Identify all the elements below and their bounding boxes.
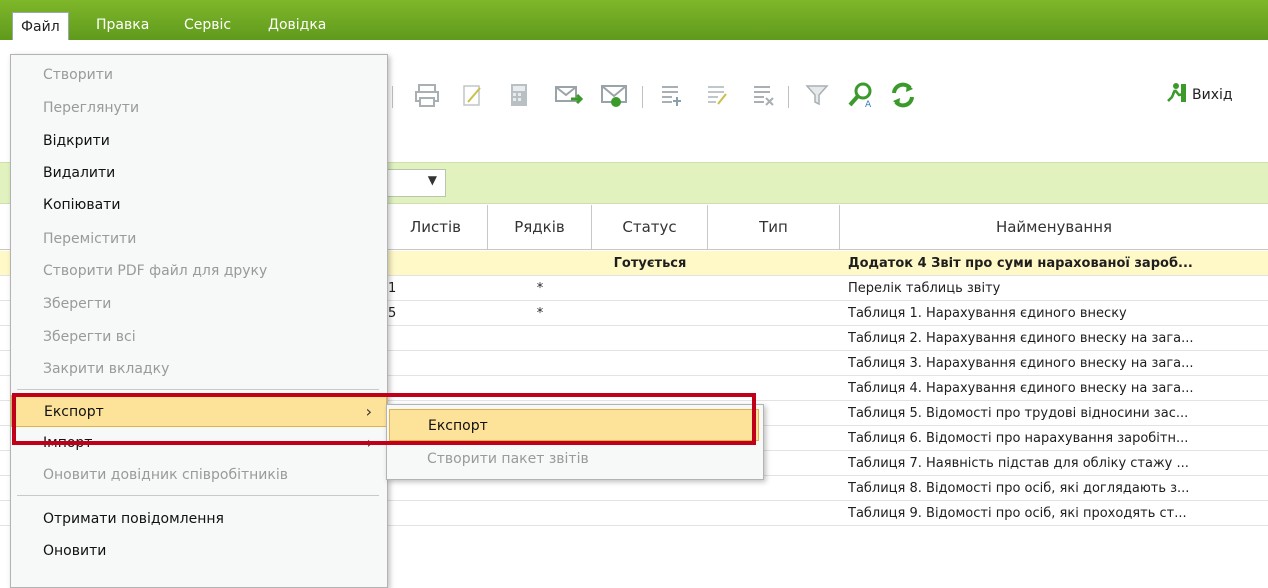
cell-status [592, 301, 708, 326]
cell-name: Таблиця 1. Нарахування єдиного внеску [848, 306, 1127, 321]
menu-item-view[interactable]: Переглянути [11, 92, 387, 124]
column-header-status[interactable]: Статус [592, 205, 708, 250]
cell-rows: * [536, 306, 544, 321]
menu-file[interactable]: Файл [12, 12, 69, 41]
menu-item-create[interactable]: Створити [11, 59, 387, 91]
menu-item-refresh[interactable]: Оновити [11, 535, 387, 567]
menu-item-move[interactable]: Перемістити [11, 223, 387, 255]
menu-edit[interactable]: Правка [88, 11, 157, 39]
menu-item-label: Переглянути [43, 100, 140, 116]
menu-item-label: Видалити [43, 165, 116, 181]
cell-lists [388, 351, 484, 376]
cell-status [592, 351, 708, 376]
cell-name: Таблиця 4. Нарахування єдиного внеску на… [848, 381, 1194, 396]
menu-item-label: Відкрити [43, 133, 110, 149]
cell-name: Додаток 4 Звіт про суми нарахованої заро… [848, 256, 1193, 271]
refresh-icon[interactable] [886, 78, 920, 112]
exit-icon [1166, 82, 1188, 109]
menu-item-copy[interactable]: Копіювати [11, 189, 387, 221]
cell-type [708, 326, 840, 351]
menu-separator [17, 389, 379, 390]
search-icon[interactable]: A [844, 78, 878, 112]
svg-text:A: A [865, 100, 872, 109]
menu-item-label: Перемістити [43, 231, 137, 247]
menu-item-label: Зберегти всі [43, 329, 136, 345]
row-edit-icon[interactable] [700, 78, 734, 112]
filter-icon[interactable] [800, 78, 834, 112]
filter-combo[interactable]: ▼ [380, 169, 446, 197]
column-header-rows[interactable]: Рядків [488, 205, 592, 250]
menu-separator [17, 495, 379, 496]
cell-name: Таблиця 7. Наявність підстав для обліку … [848, 456, 1189, 471]
cell-name: Таблиця 6. Відомості про нарахування зар… [848, 431, 1189, 446]
menu-item-label: Зберегти [43, 296, 112, 312]
cell-lists: 5 [388, 306, 397, 321]
menu-item-open[interactable]: Відкрити [11, 125, 387, 157]
cell-type [708, 501, 840, 526]
menu-help[interactable]: Довідка [260, 11, 334, 39]
menu-item-close-tab[interactable]: Закрити вкладку [11, 353, 387, 385]
cell-lists: 1 [388, 281, 397, 296]
cell-name: Таблиця 5. Відомості про трудові відноси… [848, 406, 1189, 421]
menu-item-get-messages[interactable]: Отримати повідомлення [11, 503, 387, 535]
toolbar-separator [392, 86, 393, 108]
cell-type [708, 276, 840, 301]
cell-type [708, 251, 840, 276]
edit-icon[interactable] [456, 78, 490, 112]
exit-label: Вихід [1192, 87, 1233, 103]
toolbar-separator [788, 86, 789, 108]
cell-status: Готується [613, 256, 687, 271]
menu-item-label: Закрити вкладку [43, 361, 170, 377]
menu-item-save[interactable]: Зберегти [11, 288, 387, 320]
cell-name: Таблиця 3. Нарахування єдиного внеску на… [848, 356, 1194, 371]
column-header-lists[interactable]: Листів [384, 205, 488, 250]
column-header-type[interactable]: Тип [708, 205, 840, 250]
cell-name: Перелік таблиць звіту [848, 281, 1001, 296]
column-header-name[interactable]: Найменування [840, 205, 1268, 250]
cell-status [592, 326, 708, 351]
highlight-callout [12, 393, 756, 445]
menu-item-save-all[interactable]: Зберегти всі [11, 321, 387, 353]
row-add-icon[interactable] [654, 78, 688, 112]
menu-item-create-pdf[interactable]: Створити PDF файл для друку [11, 255, 387, 287]
exit-button[interactable]: Вихід [1166, 78, 1233, 112]
cell-type [708, 351, 840, 376]
cell-name: Таблиця 8. Відомості про осіб, які догля… [848, 481, 1190, 496]
cell-rows [488, 326, 592, 351]
menu-item-label: Копіювати [43, 197, 121, 213]
cell-name: Таблиця 2. Нарахування єдиного внеску на… [848, 331, 1194, 346]
menu-service[interactable]: Сервіс [176, 11, 239, 39]
menu-item-label: Створити PDF файл для друку [43, 263, 268, 279]
menu-bar: Файл Правка Сервіс Довідка [0, 0, 1268, 41]
cell-rows [488, 251, 592, 276]
submenu-item-create-package[interactable]: Створити пакет звітів [389, 443, 759, 475]
menu-item-update-employees[interactable]: Оновити довідник співробітників [11, 459, 387, 491]
row-delete-icon[interactable] [746, 78, 780, 112]
cell-status [592, 276, 708, 301]
calculator-icon[interactable] [502, 78, 536, 112]
mail-send-icon[interactable] [552, 78, 586, 112]
cell-rows: * [536, 281, 544, 296]
menu-item-label: Створити [43, 67, 113, 83]
cell-status [592, 501, 708, 526]
menu-item-label: Отримати повідомлення [43, 511, 224, 527]
print-icon[interactable] [410, 78, 444, 112]
cell-lists [388, 501, 484, 526]
cell-rows [488, 351, 592, 376]
file-menu: Створити Переглянути Відкрити Видалити Копію… [10, 54, 388, 588]
toolbar-separator [642, 86, 643, 108]
chevron-down-icon[interactable]: ▼ [428, 173, 437, 187]
menu-item-delete[interactable]: Видалити [11, 157, 387, 189]
cell-rows [488, 501, 592, 526]
cell-lists [388, 251, 484, 276]
cell-lists [388, 326, 484, 351]
mail-receive-icon[interactable] [598, 78, 632, 112]
cell-type [708, 301, 840, 326]
menu-item-label: Оновити [43, 543, 107, 559]
cell-name: Таблиця 9. Відомості про осіб, які прохо… [848, 506, 1187, 521]
menu-item-label: Оновити довідник співробітників [43, 467, 288, 483]
